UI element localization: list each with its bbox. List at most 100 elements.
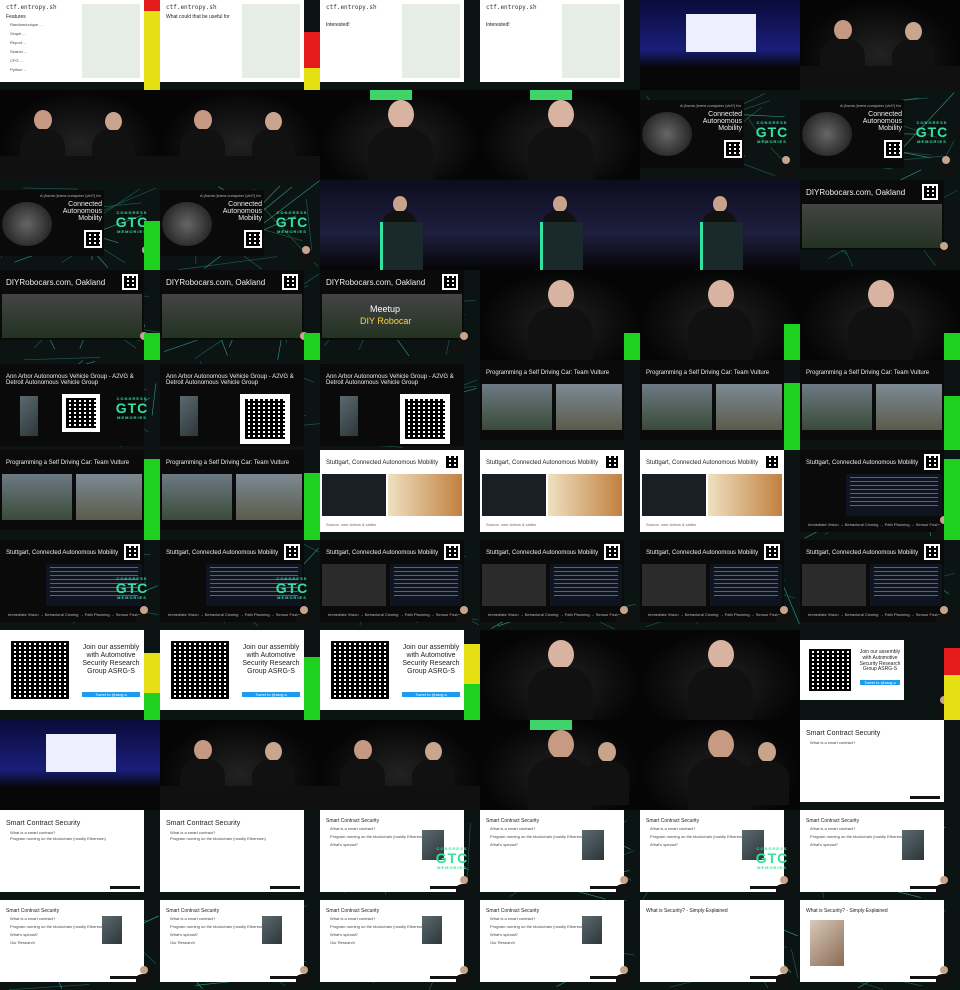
- thumbnail-9-0[interactable]: Smart Contract Security What is a smart c…: [0, 810, 160, 900]
- thumbnail-9-4[interactable]: Smart Contract Security What is a smart c…: [640, 810, 800, 900]
- cam-title: Connected Autonomous Mobility: [222, 201, 262, 222]
- qr-code: [442, 274, 458, 290]
- thumbnail-1-5[interactable]: A (home-)brew computer (vid?) for Connect…: [800, 90, 960, 180]
- code-line: [554, 575, 618, 576]
- cam-slide: A (home-)brew computer (vid?) for Connect…: [800, 100, 904, 168]
- thumbnail-10-5[interactable]: What is Security? - Simply Explained: [800, 900, 960, 990]
- thumbnail-8-4[interactable]: [640, 720, 800, 810]
- thumbnail-0-0[interactable]: ctf.entropy.sh Features Random/unique ... G…: [0, 0, 160, 90]
- thumbnail-2-3[interactable]: [480, 180, 640, 270]
- join-text: Join our assembly with Automotive Securi…: [859, 649, 901, 673]
- network-line: [791, 949, 799, 978]
- thumbnail-2-1[interactable]: A (home-)brew computer (vid?) for Connect…: [160, 180, 320, 270]
- tweet-button[interactable]: Tweet to @asrg-s: [242, 692, 300, 697]
- thumbnail-0-1[interactable]: ctf.entropy.sh What could that be useful …: [160, 0, 320, 90]
- thumbnail-6-0[interactable]: Stuttgart, Connected Autonomous Mobility…: [0, 540, 160, 630]
- thumbnail-9-3[interactable]: Smart Contract Security What is a smart c…: [480, 810, 640, 900]
- thumbnail-9-1[interactable]: Smart Contract Security What is a smart c…: [160, 810, 320, 900]
- thumbnail-0-2[interactable]: ctf.entropy.sh Interested!: [320, 0, 480, 90]
- thumbnail-7-3[interactable]: [480, 630, 640, 720]
- code-line: [714, 579, 778, 580]
- thumbnail-4-2[interactable]: Ann Arbor Autonomous Vehicle Group - A2V…: [320, 360, 480, 450]
- road-sim: [322, 564, 386, 606]
- thumbnail-8-5[interactable]: Smart Contract Security What is a smart c…: [800, 720, 960, 810]
- thumbnail-3-3[interactable]: [480, 270, 640, 360]
- thumbnail-7-2[interactable]: Join our assembly with Automotive Securi…: [320, 630, 480, 720]
- code-line: [874, 587, 938, 588]
- cam-slide: A (home-)brew computer (vid?) for Connect…: [0, 190, 104, 256]
- speaker-thumbnail: [136, 606, 152, 626]
- answer-heading: Interested!: [486, 22, 510, 28]
- thumbnail-3-5[interactable]: [800, 270, 960, 360]
- thumbnail-3-1[interactable]: DIYRobocars.com, Oakland: [160, 270, 320, 360]
- question-heading: What could that be useful for: [166, 14, 230, 20]
- thumbnail-5-4[interactable]: Stuttgart, Connected Autonomous Mobility…: [640, 450, 800, 540]
- bullet-line: Our Research: [330, 940, 355, 945]
- thumbnail-2-5[interactable]: DIYRobocars.com, Oakland: [800, 180, 960, 270]
- thumbnail-6-1[interactable]: Stuttgart, Connected Autonomous Mobility…: [160, 540, 320, 630]
- thumbnail-5-1[interactable]: Programming a Self Driving Car: Team Vul…: [160, 450, 320, 540]
- thumbnail-10-2[interactable]: Smart Contract Security What is a smart c…: [320, 900, 480, 990]
- thumbnail-1-4[interactable]: A (home-)brew computer (vid?) for Connect…: [640, 90, 800, 180]
- thumbnail-3-2[interactable]: DIYRobocars.com, Oakland Meetup DIY Roboca…: [320, 270, 480, 360]
- person-body: [848, 307, 913, 360]
- bullet-line: What is a smart contract?: [10, 916, 56, 921]
- thumbnail-4-4[interactable]: Programming a Self Driving Car: Team Vul…: [640, 360, 800, 450]
- thumbnail-6-2[interactable]: Stuttgart, Connected Autonomous Mobility…: [320, 540, 480, 630]
- thumbnail-8-2[interactable]: [320, 720, 480, 810]
- thumbnail-5-3[interactable]: Stuttgart, Connected Autonomous Mobility…: [480, 450, 640, 540]
- tweet-button[interactable]: Tweet to @asrg-s: [860, 680, 900, 685]
- thumbnail-0-5[interactable]: [800, 0, 960, 90]
- thumbnail-6-4[interactable]: Stuttgart, Connected Autonomous Mobility…: [640, 540, 800, 630]
- thumbnail-8-3[interactable]: [480, 720, 640, 810]
- stuttgart-slide: Stuttgart, Connected Autonomous Mobility…: [640, 450, 784, 532]
- thumbnail-2-0[interactable]: A (home-)brew computer (vid?) for Connect…: [0, 180, 160, 270]
- thumbnail-4-1[interactable]: Ann Arbor Autonomous Vehicle Group - A2V…: [160, 360, 320, 450]
- thumbnail-5-2[interactable]: Stuttgart, Connected Autonomous Mobility…: [320, 450, 480, 540]
- speaker-thumbnail: [778, 156, 794, 176]
- thumbnail-1-3[interactable]: [480, 90, 640, 180]
- smart-contract-slide: What is Security? - Simply Explained: [800, 900, 944, 982]
- code-line: [874, 583, 938, 584]
- speaker-head: [140, 966, 148, 974]
- thumbnail-10-3[interactable]: Smart Contract Security What is a smart c…: [480, 900, 640, 990]
- person-body: [528, 127, 593, 180]
- speaker-body: [776, 974, 792, 986]
- thumbnail-0-3[interactable]: ctf.entropy.sh Interested!: [480, 0, 640, 90]
- tweet-button[interactable]: Tweet to @asrg-s: [402, 692, 460, 697]
- speaker-thumbnail: [616, 966, 632, 986]
- thumbnail-5-5[interactable]: Stuttgart, Connected Autonomous Mobility…: [800, 450, 960, 540]
- thumbnail-contact-sheet: ctf.entropy.sh Features Random/unique ... G…: [0, 0, 960, 990]
- thumbnail-2-4[interactable]: [640, 180, 800, 270]
- thumbnail-8-1[interactable]: [160, 720, 320, 810]
- thumbnail-2-2[interactable]: [320, 180, 480, 270]
- thumbnail-4-0[interactable]: Ann Arbor Autonomous Vehicle Group - A2V…: [0, 360, 160, 450]
- thumbnail-7-0[interactable]: Join our assembly with Automotive Securi…: [0, 630, 160, 720]
- thumbnail-4-5[interactable]: Programming a Self Driving Car: Team Vul…: [800, 360, 960, 450]
- thumbnail-4-3[interactable]: Programming a Self Driving Car: Team Vul…: [480, 360, 640, 450]
- thumbnail-10-1[interactable]: Smart Contract Security What is a smart c…: [160, 900, 320, 990]
- thumbnail-0-4[interactable]: [640, 0, 800, 90]
- code-line: [554, 583, 618, 584]
- smart-title: Smart Contract Security: [806, 730, 881, 737]
- thumbnail-7-5[interactable]: Join our assembly with Automotive Securi…: [800, 630, 960, 720]
- thumbnail-1-2[interactable]: [320, 90, 480, 180]
- thumbnail-1-0[interactable]: [0, 90, 160, 180]
- thumbnail-9-5[interactable]: Smart Contract Security What is a smart c…: [800, 810, 960, 900]
- thumbnail-5-0[interactable]: Programming a Self Driving Car: Team Vul…: [0, 450, 160, 540]
- thumbnail-3-4[interactable]: [640, 270, 800, 360]
- thumbnail-6-5[interactable]: Stuttgart, Connected Autonomous Mobility…: [800, 540, 960, 630]
- thumbnail-9-2[interactable]: Smart Contract Security What is a smart c…: [320, 810, 480, 900]
- thumbnail-1-1[interactable]: [160, 90, 320, 180]
- thumbnail-7-1[interactable]: Join our assembly with Automotive Securi…: [160, 630, 320, 720]
- thumbnail-7-4[interactable]: [640, 630, 800, 720]
- thumbnail-6-3[interactable]: Stuttgart, Connected Autonomous Mobility…: [480, 540, 640, 630]
- thumbnail-10-0[interactable]: Smart Contract Security What is a smart c…: [0, 900, 160, 990]
- thumbnail-8-0[interactable]: [0, 720, 160, 810]
- tweet-button[interactable]: Tweet to @asrg-s: [82, 692, 140, 697]
- bullet-line: Search ...: [10, 49, 28, 54]
- thumbnail-3-0[interactable]: DIYRobocars.com, Oakland: [0, 270, 160, 360]
- logo-line: MEMORIES: [757, 139, 787, 144]
- thumbnail-10-4[interactable]: What is Security? - Simply Explained: [640, 900, 800, 990]
- ctf-url: ctf.entropy.sh: [6, 4, 57, 11]
